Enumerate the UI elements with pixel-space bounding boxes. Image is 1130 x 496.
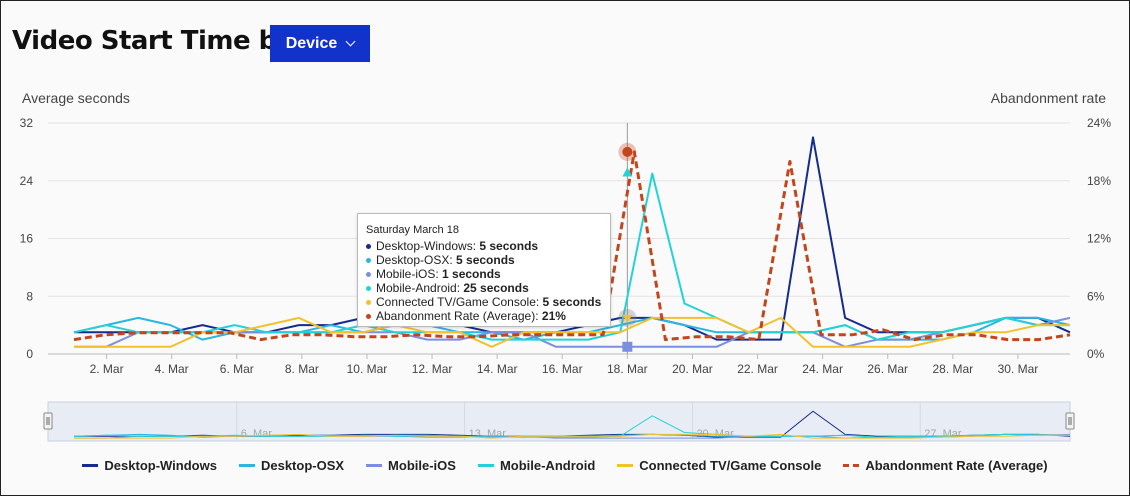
y-left-tick-label: 32 <box>20 116 34 130</box>
x-tick-label: 16. Mar <box>542 362 583 376</box>
chart-legend: Desktop-Windows Desktop-OSX Mobile-iOS Mobi… <box>0 458 1130 473</box>
x-tick-label: 4. Mar <box>155 362 189 376</box>
legend-item[interactable]: Mobile-Android <box>477 458 596 473</box>
tooltip-row: Desktop-OSX: 5 seconds <box>366 253 515 267</box>
x-tick-label: 22. Mar <box>737 362 778 376</box>
x-tick-label: 20. Mar <box>672 362 713 376</box>
navigator-handle-left[interactable] <box>43 412 53 430</box>
legend-swatch-icon <box>238 464 255 467</box>
tooltip-row-value: 5 seconds <box>456 253 515 267</box>
tooltip-row-label: Mobile-iOS: <box>376 267 443 281</box>
legend-label: Mobile-iOS <box>388 458 456 473</box>
x-tick-label: 6. Mar <box>220 362 254 376</box>
tooltip-row-label: Abandonment Rate (Average): <box>376 309 542 323</box>
y-right-tick-label: 12% <box>1087 232 1111 246</box>
tooltip-row-label: Mobile-Android: <box>376 281 464 295</box>
x-tick-label: 18. Mar <box>607 362 648 376</box>
tooltip-row: Mobile-iOS: 1 seconds <box>366 267 501 281</box>
navigator-tick-label: 27. Mar <box>924 428 962 440</box>
legend-label: Desktop-Windows <box>104 458 217 473</box>
tooltip-row-value: 5 seconds <box>479 239 539 253</box>
legend-label: Mobile-Android <box>499 458 596 473</box>
y-right-tick-label: 6% <box>1087 289 1105 303</box>
series-dot-icon <box>366 244 371 250</box>
series-dot-icon <box>366 286 371 292</box>
legend-item[interactable]: Mobile-iOS <box>366 458 456 473</box>
legend-swatch-icon <box>617 464 634 467</box>
tooltip-date: Saturday March 18 <box>366 224 459 236</box>
x-tick-label: 8. Mar <box>285 362 319 376</box>
tooltip-row: Connected TV/Game Console: 5 seconds <box>366 295 601 309</box>
legend-label: Desktop-OSX <box>260 458 345 473</box>
legend-swatch-icon <box>82 464 99 467</box>
x-tick-label: 10. Mar <box>347 362 388 376</box>
y-right-tick-label: 24% <box>1087 116 1111 130</box>
y-left-tick-label: 8 <box>26 289 33 303</box>
x-tick-label: 28. Mar <box>932 362 973 376</box>
tooltip-row: Mobile-Android: 25 seconds <box>366 281 529 295</box>
tooltip-row-label: Desktop-Windows: <box>376 239 480 253</box>
tooltip-row: Desktop-Windows: 5 seconds <box>366 239 538 253</box>
legend-item[interactable]: Abandonment Rate (Average) <box>843 458 1048 473</box>
legend-label: Abandonment Rate (Average) <box>865 458 1048 473</box>
navigator-tick-label: 6. Mar <box>241 428 273 440</box>
legend-label: Connected TV/Game Console <box>639 458 822 473</box>
hover-marker <box>622 341 633 352</box>
x-tick-label: 26. Mar <box>867 362 908 376</box>
legend-item[interactable]: Desktop-OSX <box>238 458 345 473</box>
tooltip-row-value: 21% <box>541 309 566 323</box>
tooltip-row-label: Connected TV/Game Console: <box>376 295 543 309</box>
x-tick-label: 30. Mar <box>998 362 1039 376</box>
legend-swatch-icon <box>366 464 383 467</box>
series-dot-icon <box>366 314 371 320</box>
y-right-tick-label: 18% <box>1087 174 1111 188</box>
legend-swatch-icon <box>843 464 860 467</box>
tooltip-row-value: 25 seconds <box>463 281 529 295</box>
tooltip-row: Abandonment Rate (Average): 21% <box>366 309 566 323</box>
tooltip-row-label: Desktop-OSX: <box>376 253 457 267</box>
tooltip-row-value: 5 seconds <box>542 295 602 309</box>
x-tick-label: 24. Mar <box>802 362 843 376</box>
hover-marker <box>622 146 633 157</box>
y-right-tick-label: 0% <box>1087 347 1105 361</box>
y-left-tick-label: 24 <box>20 174 34 188</box>
navigator-handle-right[interactable] <box>1065 412 1075 430</box>
chart-tooltip: Saturday March 18 Desktop-Windows: 5 sec… <box>357 213 611 327</box>
y-left-tick-label: 16 <box>20 232 34 246</box>
series-dot-icon <box>366 272 371 278</box>
series-dot-icon <box>366 300 371 306</box>
x-tick-label: 12. Mar <box>412 362 453 376</box>
tooltip-row-value: 1 seconds <box>442 267 501 281</box>
series-dot-icon <box>366 258 371 264</box>
legend-item[interactable]: Desktop-Windows <box>82 458 217 473</box>
x-tick-label: 2. Mar <box>90 362 124 376</box>
x-tick-label: 14. Mar <box>477 362 518 376</box>
y-left-tick-label: 0 <box>26 347 33 361</box>
legend-swatch-icon <box>477 464 494 467</box>
legend-item[interactable]: Connected TV/Game Console <box>617 458 821 473</box>
